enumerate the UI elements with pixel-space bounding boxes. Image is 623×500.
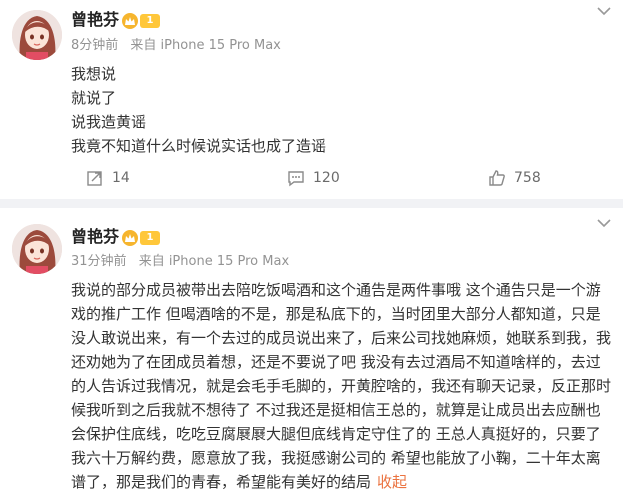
post-line: 我竟不知道什么时候说实话也成了造谣: [71, 137, 327, 155]
level-badge: 1: [140, 231, 160, 245]
post-source: 来自 iPhone 15 Pro Max: [138, 254, 290, 269]
level-badge: 1: [140, 14, 160, 28]
like-count: 758: [514, 170, 541, 186]
post-line: 就说了: [71, 89, 117, 107]
repost-button[interactable]: 14: [86, 167, 130, 189]
post-card: 曾艳芬 1 8分钟前 来自 iPhone 15 Pro Max 我想说 就说了 …: [0, 0, 623, 199]
post-line: 的人告诉过我情况，就是会毛手毛脚的，开黄腔啥的，我还有聊天记录，反正那时: [71, 377, 612, 395]
collapse-link[interactable]: 收起: [377, 473, 407, 491]
post-time[interactable]: 8分钟前: [71, 38, 118, 53]
like-button[interactable]: 758: [488, 167, 541, 189]
avatar[interactable]: [12, 10, 62, 60]
repost-count: 14: [112, 170, 130, 186]
crown-icon: [122, 13, 138, 29]
author-name[interactable]: 曾艳芬: [71, 227, 119, 247]
post-line: 说我造黄谣: [71, 113, 147, 131]
comment-icon: [288, 171, 304, 187]
post-line: 我六十万解约费，愿意放了我，我挺感谢公司的 希望也能放了小鞠，二十年太离: [71, 449, 601, 467]
post-meta: 31分钟前 来自 iPhone 15 Pro Max: [71, 254, 289, 270]
post-line: 谱了，那是我们的青春，希望能有美好的结局 收起: [71, 470, 616, 494]
post-time[interactable]: 31分钟前: [71, 254, 127, 269]
post-line: 没人敢说出来，有一个去过的成员说出来了，后来公司找她麻烦，她联系到我，我: [71, 329, 612, 347]
post-line: 还劝她为了在团成员着想，还是不要说了吧 我没有去过酒局不知道啥样的，去过: [71, 353, 601, 371]
crown-icon: [122, 230, 138, 246]
post-line: 我想说: [71, 65, 117, 83]
post-meta: 8分钟前 来自 iPhone 15 Pro Max: [71, 38, 281, 54]
thumbs-up-icon: [489, 170, 505, 186]
post-text: 我想说 就说了 说我造黄谣 我竟不知道什么时候说实话也成了造谣: [71, 62, 326, 158]
chevron-down-icon[interactable]: [597, 217, 611, 229]
repost-icon: [87, 171, 102, 186]
post-source: 来自 iPhone 15 Pro Max: [130, 38, 281, 53]
post-line-text: 谱了，那是我们的青春，希望能有美好的结局: [71, 473, 372, 491]
author-name[interactable]: 曾艳芬: [71, 10, 119, 30]
post-line: 候我听到之后我就不想待了 不过我还是挺相信王总的，就算是让成员出去应酬也: [71, 401, 601, 419]
post-line: 戏的推广工作 但喝酒啥的不是，那是私底下的，当时团里大部分人都知道，只是: [71, 305, 601, 323]
post-line: 会保护住底线，吃吃豆腐㞡㞡大腿但底线肯定守住了的 王总人真挺好的，只要了: [71, 425, 601, 443]
post-line: 我说的部分成员被带出去陪吃饭喝酒和这个通告是两件事哦 这个通告只是一个游: [71, 281, 601, 299]
user-badges: 1: [122, 230, 160, 246]
avatar[interactable]: [12, 224, 62, 274]
action-bar: 14 120 758: [0, 167, 623, 189]
user-badges: 1: [122, 13, 160, 29]
post-text: 我说的部分成员被带出去陪吃饭喝酒和这个通告是两件事哦 这个通告只是一个游 戏的推…: [71, 278, 616, 494]
comment-button[interactable]: 120: [287, 167, 340, 189]
chevron-down-icon[interactable]: [597, 5, 611, 17]
comment-count: 120: [313, 170, 340, 186]
